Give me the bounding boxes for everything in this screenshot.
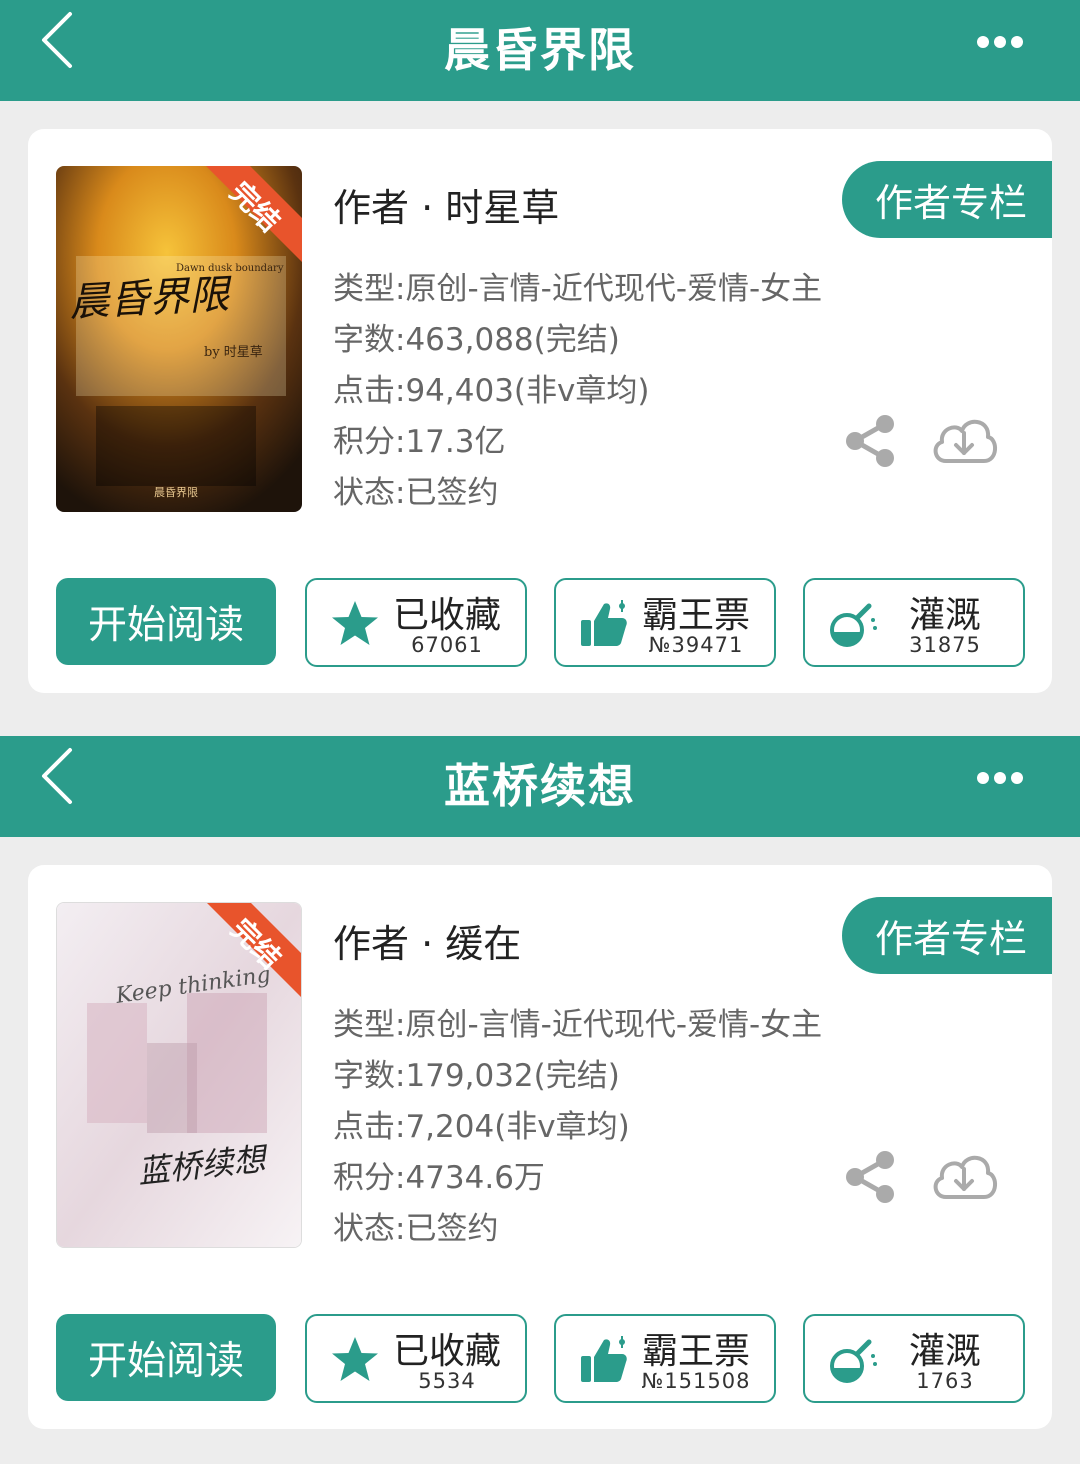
status-text: 状态:已签约 [333, 1211, 499, 1247]
genre-text: 类型:原创-言情-近代现代-爱情-女主 [333, 1007, 823, 1043]
share-button[interactable] [842, 413, 898, 469]
cover-author-text: by 时星草 [204, 345, 263, 360]
water-label: 灌溉 [908, 1331, 981, 1372]
favorite-label: 已收藏 [392, 595, 501, 636]
more-button[interactable] [976, 770, 1024, 786]
author-name: 作者 · 时星草 [333, 186, 560, 230]
word-count-text: 字数:463,088(完结) [333, 322, 620, 358]
vote-count: №151508 [641, 1369, 751, 1393]
cloud-download-icon [933, 420, 997, 463]
book-info: 类型:原创-言情-近代现代-爱情-女主 字数:179,032(完结) 点击:7,… [333, 1001, 822, 1256]
book-cover[interactable]: 晨昏界限 Dawn dusk boundary by 时星草 晨昏界限 完结 [56, 166, 302, 512]
share-button[interactable] [842, 1149, 898, 1205]
star-icon [332, 601, 378, 645]
watering-flask-icon [830, 1339, 877, 1383]
vote-label: 霸王票 [641, 1331, 750, 1372]
water-button[interactable]: 灌溉 31875 [803, 578, 1025, 667]
page-title: 晨昏界限 [444, 23, 636, 77]
page-title: 蓝桥续想 [444, 759, 636, 813]
click-count-text: 点击:7,204(非v章均) [333, 1109, 630, 1145]
more-dots-icon [977, 36, 1023, 48]
start-reading-button[interactable]: 开始阅读 [56, 578, 276, 665]
book-cover[interactable]: Keep thinking 蓝桥续想 完结 [56, 902, 302, 1248]
vote-button[interactable]: 霸王票 №151508 [554, 1314, 776, 1403]
vote-button[interactable]: 霸王票 №39471 [554, 578, 776, 667]
word-count-text: 字数:179,032(完结) [333, 1058, 620, 1094]
book-section: 晨昏界限 晨昏界限 Dawn dusk boundary by 时星草 晨昏界限… [0, 0, 1080, 715]
book-section: 蓝桥续想 Keep thinking 蓝桥续想 完结 作者 · 缓在 作者专栏 … [0, 736, 1080, 1464]
click-count-text: 点击:94,403(非v章均) [333, 373, 650, 409]
download-button[interactable] [928, 409, 1000, 469]
top-nav-bar: 晨昏界限 [0, 0, 1080, 101]
more-button[interactable] [976, 34, 1024, 50]
author-column-button[interactable]: 作者专栏 [842, 897, 1052, 974]
cover-title-text: 晨昏界限 [68, 271, 234, 326]
star-icon [332, 1337, 378, 1381]
water-label: 灌溉 [908, 595, 981, 636]
top-nav-bar: 蓝桥续想 [0, 736, 1080, 837]
vote-count: №39471 [648, 633, 744, 657]
vote-label: 霸王票 [641, 595, 750, 636]
watering-flask-icon [830, 603, 877, 647]
book-card: 晨昏界限 Dawn dusk boundary by 时星草 晨昏界限 完结 作… [28, 129, 1052, 693]
author-name: 作者 · 缓在 [333, 922, 522, 966]
book-info: 类型:原创-言情-近代现代-爱情-女主 字数:463,088(完结) 点击:94… [333, 265, 822, 520]
favorite-count: 5534 [418, 1369, 476, 1393]
status-text: 状态:已签约 [333, 475, 499, 511]
thumbs-up-icon [581, 600, 627, 646]
water-button[interactable]: 灌溉 1763 [803, 1314, 1025, 1403]
start-reading-button[interactable]: 开始阅读 [56, 1314, 276, 1401]
cover-footer-text: 晨昏界限 [154, 486, 198, 499]
favorite-button[interactable]: 已收藏 5534 [305, 1314, 527, 1403]
cloud-download-icon [933, 1156, 997, 1199]
water-count: 1763 [916, 1369, 974, 1393]
cover-subtitle-text: Dawn dusk boundary [176, 263, 284, 274]
book-card: Keep thinking 蓝桥续想 完结 作者 · 缓在 作者专栏 类型:原创… [28, 865, 1052, 1429]
favorite-count: 67061 [411, 633, 483, 657]
more-dots-icon [977, 772, 1023, 784]
favorite-label: 已收藏 [392, 1331, 501, 1372]
share-icon [846, 415, 894, 467]
thumbs-up-icon [581, 1336, 627, 1382]
score-text: 积分:17.3亿 [333, 424, 506, 460]
author-column-button[interactable]: 作者专栏 [842, 161, 1052, 238]
share-icon [846, 1151, 894, 1203]
genre-text: 类型:原创-言情-近代现代-爱情-女主 [333, 271, 823, 307]
favorite-button[interactable]: 已收藏 67061 [305, 578, 527, 667]
download-button[interactable] [928, 1145, 1000, 1205]
water-count: 31875 [909, 633, 981, 657]
score-text: 积分:4734.6万 [333, 1160, 545, 1196]
